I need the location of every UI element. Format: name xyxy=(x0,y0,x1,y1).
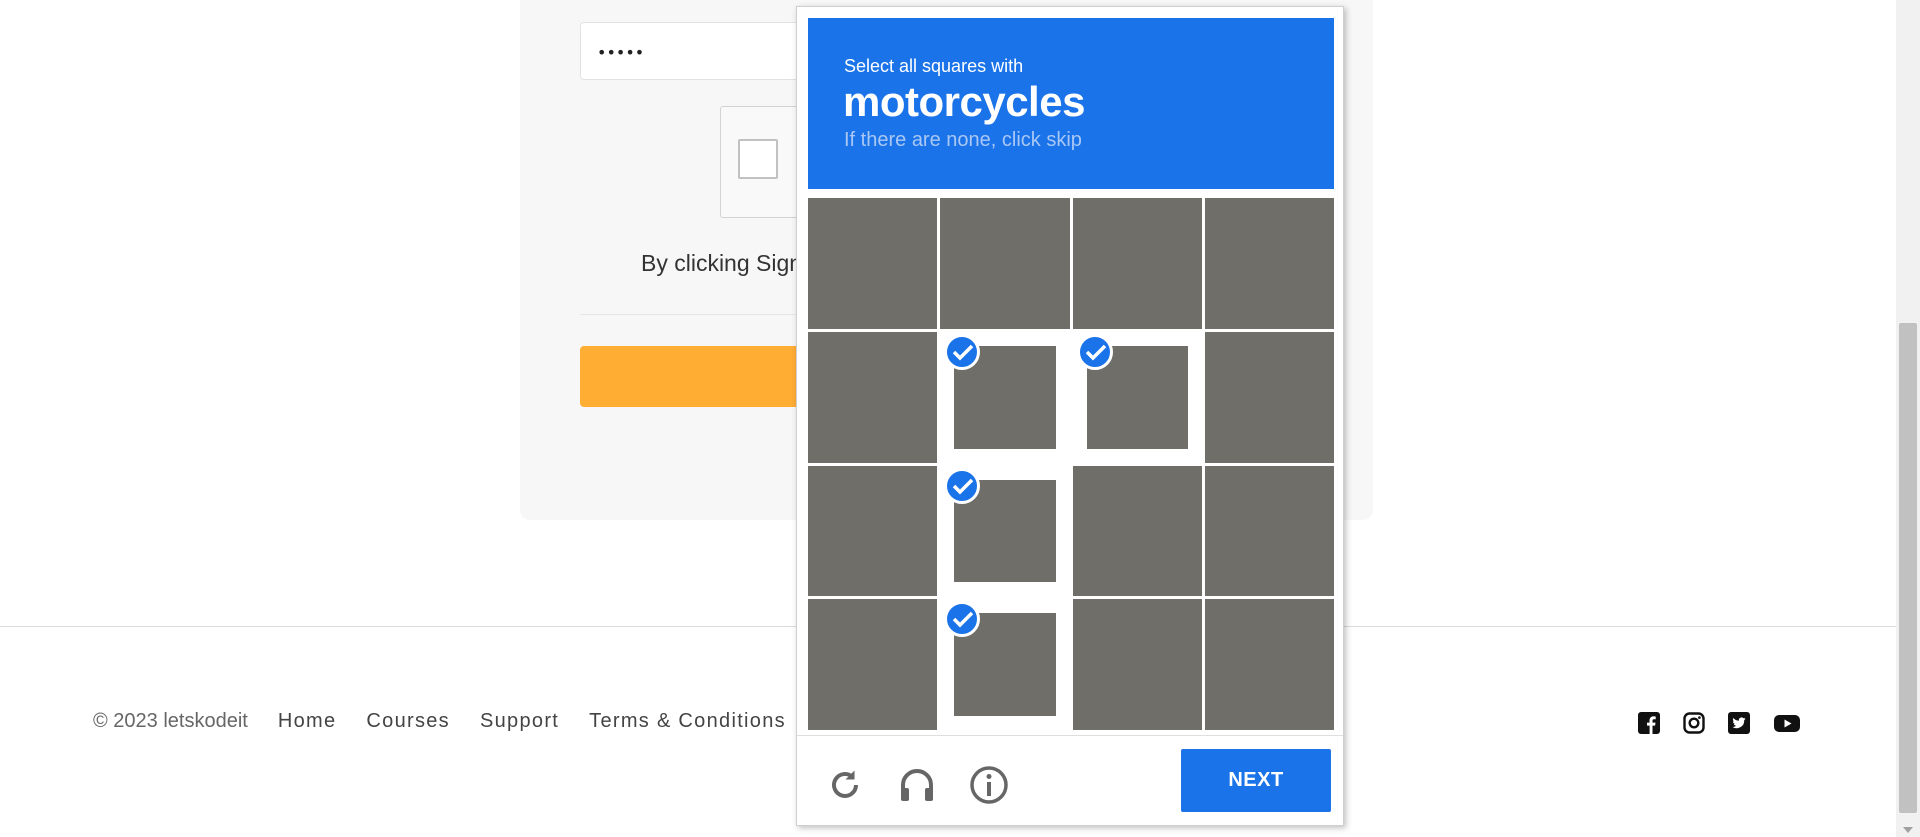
footer-copyright: © 2023 letskodeit xyxy=(93,710,248,732)
info-icon[interactable] xyxy=(965,761,1013,809)
selected-check-icon xyxy=(944,333,981,370)
footer-link-terms[interactable]: Terms & Conditions xyxy=(589,710,786,733)
captcha-tile[interactable] xyxy=(808,331,938,463)
tile-image xyxy=(1204,198,1334,329)
youtube-icon[interactable] xyxy=(1774,712,1800,734)
captcha-tile[interactable] xyxy=(1072,331,1202,463)
prompt-target-object: motorcycles xyxy=(843,78,1085,125)
captcha-tile[interactable] xyxy=(1204,465,1334,597)
challenge-image-grid xyxy=(808,198,1334,730)
tile-image xyxy=(808,331,938,463)
captcha-tile[interactable] xyxy=(940,599,1070,730)
reload-icon[interactable] xyxy=(821,761,869,809)
footer-link-home[interactable]: Home xyxy=(278,710,337,733)
recaptcha-checkbox[interactable] xyxy=(738,139,778,179)
captcha-tile[interactable] xyxy=(808,198,938,329)
selected-check-icon xyxy=(944,467,981,504)
captcha-tile[interactable] xyxy=(808,465,938,597)
tile-image xyxy=(808,599,938,730)
captcha-tile[interactable] xyxy=(940,198,1070,329)
tile-image xyxy=(1072,465,1202,597)
facebook-icon[interactable] xyxy=(1638,712,1660,734)
tile-image xyxy=(808,198,938,329)
scrollbar-thumb[interactable] xyxy=(1899,323,1917,813)
recaptcha-challenge-dialog: Select all squares with motorcycles If t… xyxy=(796,6,1344,826)
tile-image xyxy=(1204,599,1334,730)
prompt-instruction: Select all squares with xyxy=(844,56,1024,76)
captcha-tile[interactable] xyxy=(1204,331,1334,463)
tile-image xyxy=(1072,198,1202,329)
captcha-tile[interactable] xyxy=(1072,465,1202,597)
challenge-prompt: Select all squares with motorcycles If t… xyxy=(808,18,1334,189)
audio-icon[interactable] xyxy=(893,761,941,809)
footer-nav: © 2023 letskodeit Home Courses Support T… xyxy=(93,710,816,733)
tile-image xyxy=(1204,465,1334,597)
terms-notice: By clicking Sign xyxy=(641,250,803,276)
instagram-icon[interactable] xyxy=(1683,712,1705,734)
challenge-footer-divider xyxy=(797,735,1343,736)
captcha-tile[interactable] xyxy=(940,331,1070,463)
captcha-tile[interactable] xyxy=(940,465,1070,597)
captcha-tile[interactable] xyxy=(1204,198,1334,329)
tile-image xyxy=(940,198,1070,329)
next-button[interactable]: NEXT xyxy=(1181,749,1331,812)
captcha-tile[interactable] xyxy=(808,599,938,730)
footer-link-support[interactable]: Support xyxy=(480,710,559,733)
scroll-down-arrow-icon[interactable] xyxy=(1903,827,1913,833)
captcha-tile[interactable] xyxy=(1204,599,1334,730)
tile-image xyxy=(808,465,938,597)
captcha-tile[interactable] xyxy=(1072,198,1202,329)
tile-image xyxy=(1072,599,1202,730)
page-scrollbar[interactable] xyxy=(1896,0,1920,837)
captcha-tile[interactable] xyxy=(1072,599,1202,730)
footer-link-courses[interactable]: Courses xyxy=(366,710,450,733)
twitter-icon[interactable] xyxy=(1728,712,1750,734)
selected-check-icon xyxy=(1076,333,1113,370)
prompt-skip-hint: If there are none, click skip xyxy=(844,129,1082,151)
tile-image xyxy=(1204,331,1334,463)
